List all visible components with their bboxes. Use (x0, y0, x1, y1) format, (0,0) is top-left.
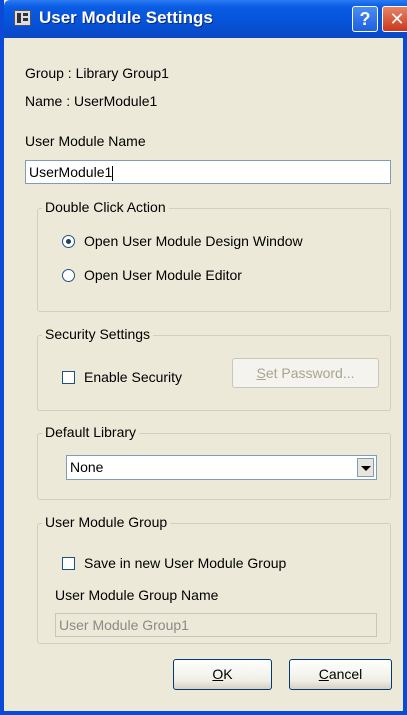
cancel-label: ancel (328, 666, 363, 682)
cancel-accel: C (318, 666, 329, 682)
double-click-legend: Double Click Action (42, 199, 169, 215)
save-new-group-label[interactable]: Save in new User Module Group (84, 555, 286, 571)
module-name-label: User Module Name (25, 133, 146, 149)
set-password-accel: S (256, 365, 266, 381)
radio-module-editor-label[interactable]: Open User Module Editor (84, 267, 242, 283)
default-library-legend: Default Library (42, 424, 140, 440)
double-click-group: Double Click Action (37, 199, 391, 312)
group-info: Group : Library Group1 (25, 65, 169, 81)
cancel-button[interactable]: Cancel (289, 659, 392, 690)
set-password-label: et Password... (265, 365, 355, 381)
app-icon (14, 10, 31, 26)
title-bar[interactable]: User Module Settings ? ✕ (4, 0, 407, 38)
enable-security-label[interactable]: Enable Security (84, 369, 182, 385)
module-group-legend: User Module Group (42, 514, 171, 530)
security-legend: Security Settings (42, 326, 154, 342)
ok-accel: O (212, 666, 224, 682)
close-icon: ✕ (389, 9, 405, 29)
dialog-window: User Module Settings ? ✕ Group : Library… (0, 0, 407, 715)
ok-label: K (223, 666, 233, 682)
window-title: User Module Settings (39, 8, 213, 27)
radio-module-editor[interactable] (62, 269, 75, 282)
group-name-value: User Module Group1 (59, 617, 189, 633)
radio-selected-dot (66, 239, 71, 244)
help-button[interactable]: ? (352, 6, 378, 32)
default-library-select[interactable]: None (66, 455, 377, 480)
group-name-input[interactable]: User Module Group1 (55, 613, 377, 637)
close-button[interactable]: ✕ (382, 6, 407, 32)
ok-button[interactable]: OK (173, 659, 272, 690)
module-name-input[interactable]: UserModule1 (25, 160, 391, 184)
chevron-down-icon[interactable] (357, 458, 374, 477)
text-caret (112, 165, 114, 181)
set-password-button[interactable]: Set Password... (232, 358, 379, 388)
radio-design-window[interactable] (62, 235, 75, 248)
default-library-value: None (70, 459, 104, 475)
module-name-value: UserModule1 (29, 164, 113, 180)
group-name-label: User Module Group Name (55, 587, 219, 603)
name-info: Name : UserModule1 (25, 93, 158, 109)
radio-design-window-label[interactable]: Open User Module Design Window (84, 233, 303, 249)
enable-security-checkbox[interactable] (62, 371, 75, 384)
save-new-group-checkbox[interactable] (62, 557, 75, 570)
question-icon: ? (359, 9, 371, 29)
